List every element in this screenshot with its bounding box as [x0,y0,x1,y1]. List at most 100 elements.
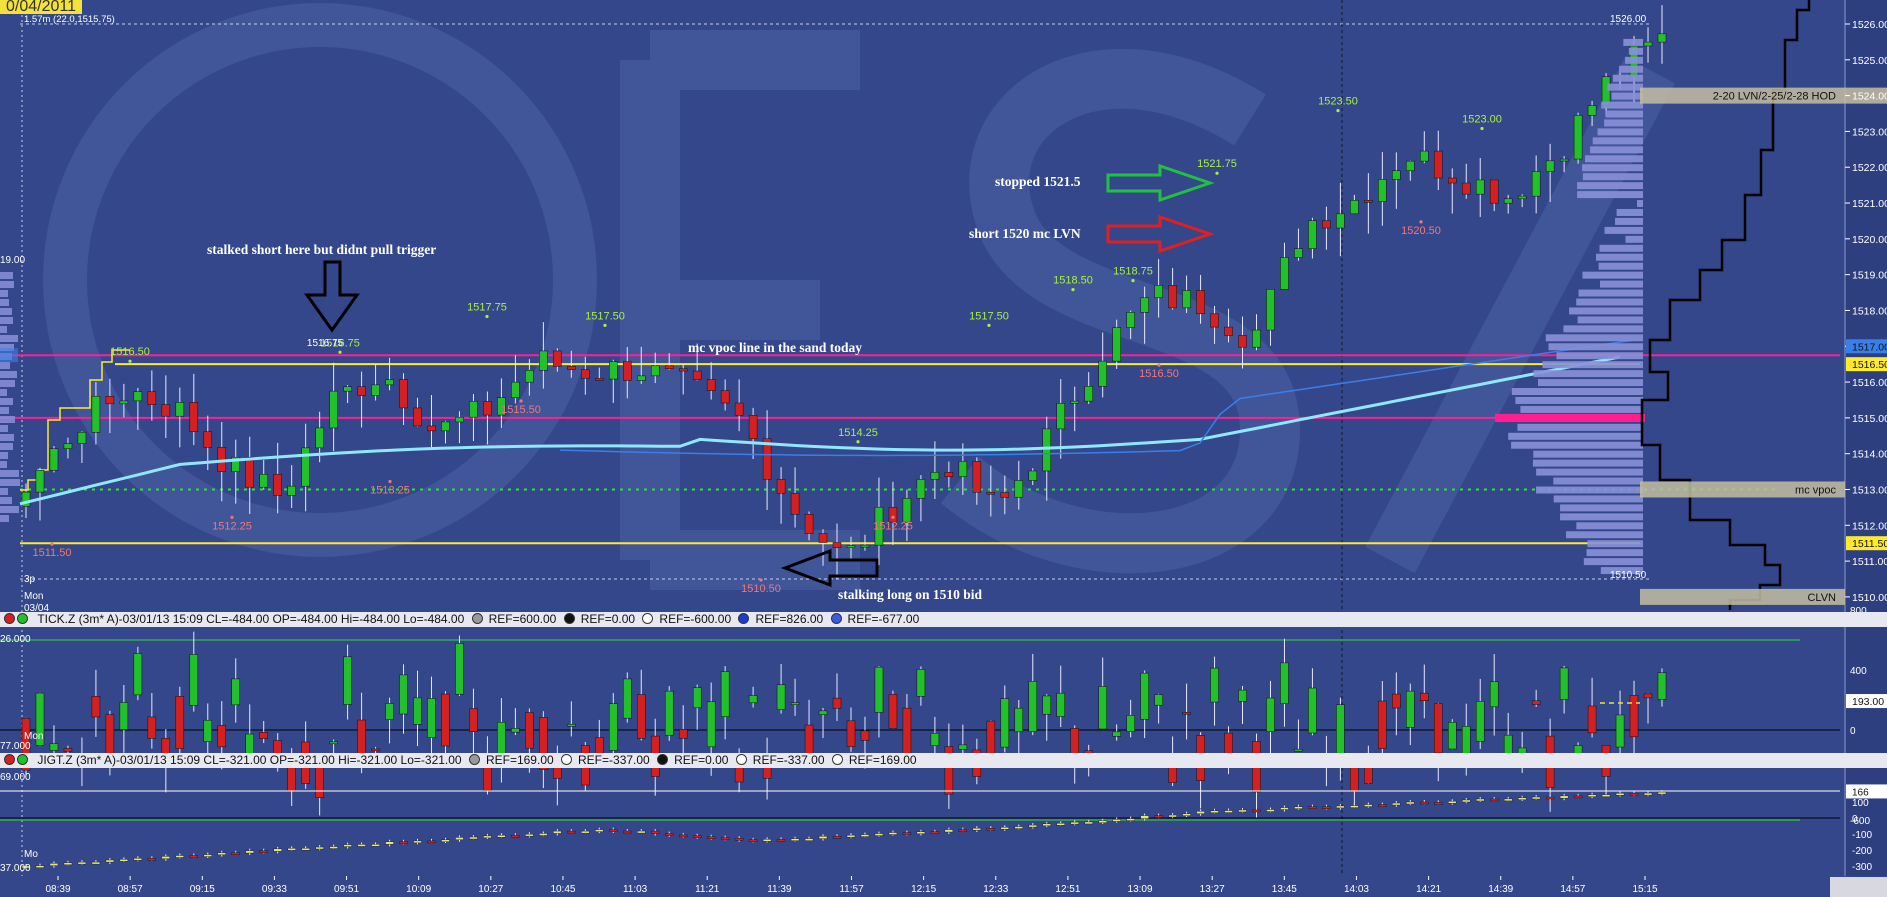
candle-up [511,381,520,398]
price-axis-label: 1520.00 [1852,234,1887,246]
candle-down [1434,150,1443,179]
candle-down [1196,290,1205,315]
high-annotation: 1517.50 [585,310,625,322]
jigt-candle-up [1098,820,1107,823]
tick-candle-up [1406,690,1415,728]
jigt-candle-up [1392,802,1401,806]
price-marker-label: 1516.50 [1852,359,1887,371]
candle-down [748,415,758,440]
tick-candle-up [1489,681,1499,708]
jigt-candle-up [790,838,800,841]
jigt-day-label: Mo [24,849,38,860]
jigt-candle-up [119,859,129,862]
low-dot [891,515,895,519]
jigt-panel-bg [0,768,1887,876]
tick-candle-up [776,684,786,710]
tick-left-bottom: 77.000 [0,741,31,752]
prev-profile-bar [0,290,8,297]
prev-profile-bar [0,317,13,324]
jigt-candle-up [105,859,115,863]
profile-bar [1577,316,1643,324]
tick-candle-up [1294,748,1303,752]
lvn-tag-label: 2-20 LVN/2-25/2-28 HOD [1713,91,1836,103]
candle-down [1322,220,1331,229]
profile-bar [1577,182,1643,190]
tick-candle-up [203,719,213,742]
candle-up [539,350,548,371]
time-axis-label: 12:33 [983,884,1008,895]
jigt-candle-up [371,844,380,847]
candle-up [371,384,380,396]
profile-bar [1607,83,1643,91]
profile-bar [1612,74,1643,82]
candle-up [1140,297,1149,313]
candle-up [35,469,45,493]
jigt-candle-up [455,837,464,840]
candle-up [525,370,534,383]
tick-candle-up [119,702,129,730]
jigt-candle-up [1643,792,1653,796]
range-high-label: 1526.00 [1610,14,1647,25]
candle-down [692,370,702,380]
tick-candle-up [231,678,240,706]
tick-candle-up [1098,686,1107,730]
time-axis-label: 13:27 [1200,884,1225,895]
jigt-candle-up [553,830,562,834]
profile-bar [1625,235,1643,243]
price-marker-label: 1511.50 [1852,538,1887,550]
tick-candle-up [413,697,422,725]
tick-candle-up [1000,698,1010,748]
candle-up [1028,470,1038,481]
candle-up [636,375,646,381]
profile-bar [1533,370,1643,378]
tick-candle-down [1378,700,1387,749]
jigt-candle-up [1503,798,1513,802]
ref-dot-icon [830,613,842,624]
series-dot-icon [4,613,15,624]
jigt-candle-down [776,839,786,842]
candle-down [776,479,786,494]
jigt-candle-up [483,835,492,839]
jigt-current-label: 166 [1852,787,1869,798]
tick-left-top: 26.000 [0,634,31,645]
profile-bar [1599,280,1643,288]
tick-candle-up [1140,672,1149,720]
series-dot-icon [4,754,15,765]
profile-bar [1553,477,1643,485]
candle-up [860,544,870,548]
jigt-candle-down [930,831,940,834]
profile-bar [1599,244,1643,252]
tick-candle-up [1615,714,1625,748]
tick-candle-down [1420,692,1429,702]
tick-candle-up [790,702,800,705]
profile-bar [1578,289,1643,297]
prev-profile-bar [0,479,20,486]
low-dot [1419,220,1423,224]
tick-candle-down [1182,712,1191,715]
jigt-candle-up [63,862,73,866]
candle-up [1573,115,1583,160]
date-label: 0/04/2011 [0,0,82,14]
candle-down [1000,492,1010,498]
jigt-candle-up [1476,798,1485,802]
tick-candle-up [1266,697,1275,732]
tick-candle-down [63,748,73,752]
profile-bar [1560,504,1643,512]
jigt-candle-up [287,848,296,851]
prev-profile-bar [0,452,8,459]
tick-candle-up [1154,694,1163,706]
jigt-candle-down [651,830,660,834]
candle-up [1420,150,1429,162]
profile-bar [1601,101,1643,109]
tick-candle-up [874,666,884,713]
prev-profile-bar [0,515,9,522]
jigt-candle-up [1364,804,1373,807]
series-dot-icon [17,613,28,624]
profile-bar [1577,191,1643,199]
series-dot-icon [17,754,28,765]
tick-candle-up [567,724,576,727]
jigt-header-text: JIGT.Z (3m* A)-03/01/13 15:09 CL=-321.00… [37,753,462,767]
jigt-candle-up [273,848,282,852]
candle-up [1350,200,1359,215]
jigt-candle-down [147,858,157,861]
